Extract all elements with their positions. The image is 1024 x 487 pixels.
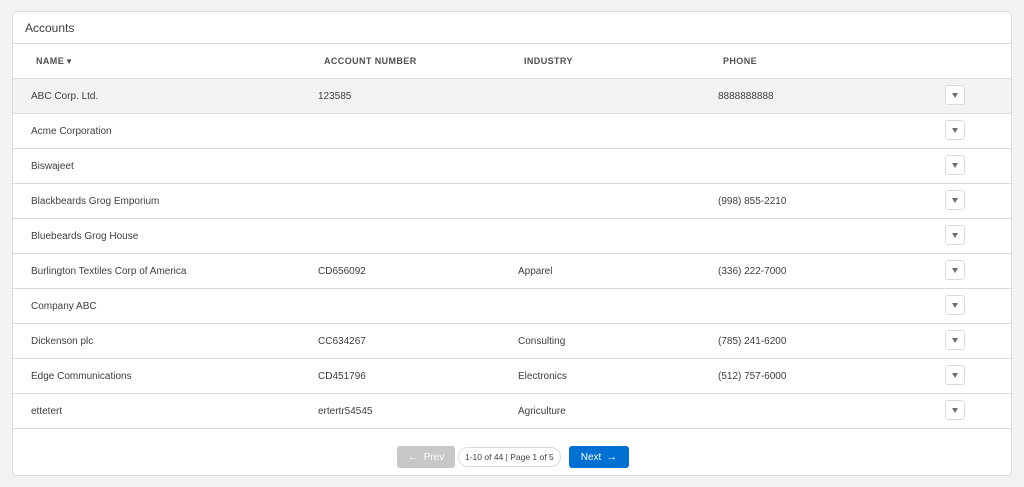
table-row[interactable]: ABC Corp. Ltd. 123585 8888888888 (13, 79, 1011, 114)
cell-phone: 8888888888 (718, 91, 774, 102)
pagination: ← Prev 1-10 of 44 | Page 1 of 5 Next → (13, 445, 1011, 469)
table-row[interactable]: Dickenson plc CC634267 Consulting (785) 241… (13, 324, 1011, 359)
cell-name[interactable]: ABC Corp. Ltd. (31, 91, 98, 102)
cell-name[interactable]: Dickenson plc (31, 336, 93, 347)
next-button-label: Next (580, 451, 602, 463)
table-row[interactable]: ettetert ertertr54545 Agriculture (13, 394, 1011, 429)
cell-account-number: ertertr54545 (318, 406, 373, 417)
column-header-industry[interactable]: INDUSTRY (524, 56, 573, 66)
cell-name[interactable]: Edge Communications (31, 371, 132, 382)
accounts-card: Accounts NAME▼ ACCOUNT NUMBER INDUSTRY P… (12, 11, 1012, 476)
table-body: ABC Corp. Ltd. 123585 8888888888 Acme Corpo… (13, 79, 1011, 429)
row-actions-button[interactable] (945, 155, 965, 175)
cell-name[interactable]: Biswajeet (31, 161, 74, 172)
cell-industry: Apparel (518, 266, 553, 277)
chevron-down-icon (952, 302, 958, 308)
cell-account-number: 123585 (318, 91, 352, 102)
table-row[interactable]: Company ABC (13, 289, 1011, 324)
arrow-left-icon: ← (407, 450, 419, 463)
row-actions-button[interactable] (945, 120, 965, 140)
sort-descending-icon: ▼ (65, 57, 74, 66)
cell-account-number: CC634267 (318, 336, 366, 347)
table-row[interactable]: Acme Corporation (13, 114, 1011, 149)
cell-account-number: CD656092 (318, 266, 366, 277)
prev-button-label: Prev (423, 451, 445, 463)
table-row[interactable]: Burlington Textiles Corp of America CD656… (13, 254, 1011, 289)
prev-button[interactable]: ← Prev (397, 446, 455, 468)
cell-name[interactable]: Bluebeards Grog House (31, 231, 138, 242)
row-actions-button[interactable] (945, 330, 965, 350)
chevron-down-icon (952, 337, 958, 343)
cell-phone: (336) 222-7000 (718, 266, 787, 277)
card-title: Accounts (13, 12, 1011, 44)
chevron-down-icon (952, 92, 958, 98)
table-header: NAME▼ ACCOUNT NUMBER INDUSTRY PHONE (13, 44, 1011, 79)
cell-industry: Consulting (518, 336, 566, 347)
row-actions-button[interactable] (945, 260, 965, 280)
chevron-down-icon (952, 407, 958, 413)
cell-phone: (785) 241-6200 (718, 336, 787, 347)
row-actions-button[interactable] (945, 190, 965, 210)
cell-industry: Electronics (518, 371, 567, 382)
chevron-down-icon (952, 127, 958, 133)
column-header-name-label: NAME (36, 56, 65, 66)
cell-phone: (512) 757-6000 (718, 371, 787, 382)
column-header-name[interactable]: NAME▼ (36, 56, 73, 66)
cell-account-number: CD451796 (318, 371, 366, 382)
cell-name[interactable]: Burlington Textiles Corp of America (31, 266, 186, 277)
cell-name[interactable]: Acme Corporation (31, 126, 112, 137)
row-actions-button[interactable] (945, 85, 965, 105)
chevron-down-icon (952, 232, 958, 238)
cell-name[interactable]: ettetert (31, 406, 62, 417)
table-row[interactable]: Blackbeards Grog Emporium (998) 855-2210 (13, 184, 1011, 219)
chevron-down-icon (952, 162, 958, 168)
row-actions-button[interactable] (945, 225, 965, 245)
column-header-phone[interactable]: PHONE (723, 56, 757, 66)
table-row[interactable]: Bluebeards Grog House (13, 219, 1011, 254)
chevron-down-icon (952, 197, 958, 203)
cell-phone: (998) 855-2210 (718, 196, 787, 207)
row-actions-button[interactable] (945, 295, 965, 315)
next-button[interactable]: Next → (569, 446, 629, 468)
cell-name[interactable]: Blackbeards Grog Emporium (31, 196, 159, 207)
table-row[interactable]: Biswajeet (13, 149, 1011, 184)
cell-industry: Agriculture (518, 406, 566, 417)
column-header-account-number[interactable]: ACCOUNT NUMBER (324, 56, 417, 66)
row-actions-button[interactable] (945, 400, 965, 420)
page-info: 1-10 of 44 | Page 1 of 5 (458, 447, 561, 467)
cell-name[interactable]: Company ABC (31, 301, 97, 312)
chevron-down-icon (952, 267, 958, 273)
row-actions-button[interactable] (945, 365, 965, 385)
chevron-down-icon (952, 372, 958, 378)
arrow-right-icon: → (606, 450, 618, 463)
table-row[interactable]: Edge Communications CD451796 Electronics (5… (13, 359, 1011, 394)
